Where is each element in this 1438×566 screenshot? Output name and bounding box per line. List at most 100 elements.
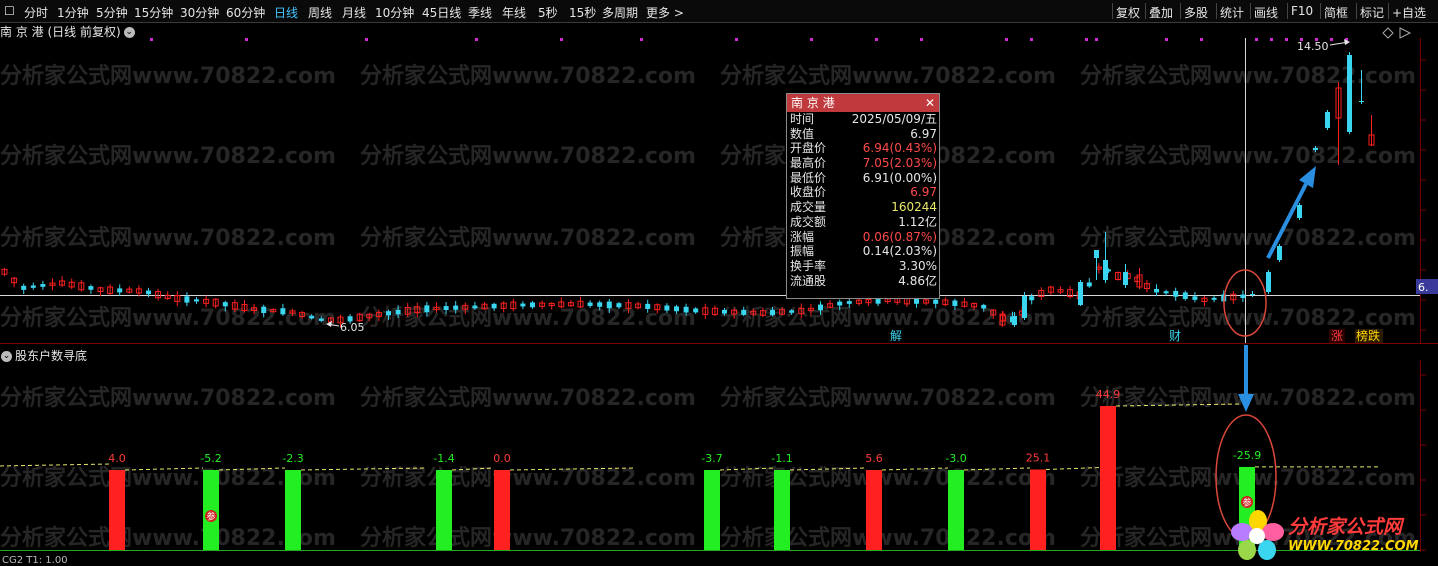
candle-down [846, 301, 852, 304]
candle-down [741, 309, 747, 315]
indicator-bar-label: -1.1 [771, 452, 792, 465]
indicator-bar [866, 470, 882, 550]
signal-marker [640, 38, 643, 41]
indicator-bar-label: -5.2 [200, 452, 221, 465]
indicator-dash [963, 467, 1031, 471]
popup-row-value: 6.97 [910, 126, 937, 141]
candle-down [1012, 316, 1017, 325]
popup-row-label: 涨幅 [790, 229, 815, 244]
popup-row: 流通股 4.86亿 [787, 274, 939, 289]
popup-header[interactable]: 南 京 港 ✕ [787, 94, 939, 112]
popup-row-value: 0.14(2.03%) [862, 244, 937, 259]
candle-down [1173, 290, 1179, 297]
candle-down [952, 300, 958, 306]
logo-text-url: WWW.70822.COM [1288, 539, 1419, 554]
candlestick-series [1, 52, 1375, 328]
popup-title: 南 京 港 [791, 96, 835, 110]
candle-down [914, 298, 919, 304]
candle-down [674, 306, 679, 312]
candle-down [88, 286, 94, 290]
play-icon [1399, 27, 1412, 39]
status-text: CG2 T1: 1.00 [2, 555, 68, 566]
indicator-bar [1030, 469, 1046, 550]
signal-marker [875, 38, 878, 41]
candle-down [722, 309, 727, 314]
candle-down [1297, 205, 1302, 218]
candle-down [1266, 272, 1271, 292]
candle-down [1325, 112, 1330, 128]
popup-row-label: 收盘价 [790, 185, 827, 200]
candle-down [309, 315, 315, 319]
close-icon[interactable]: ✕ [925, 94, 935, 112]
candle-down [21, 285, 27, 290]
indicator-bar-label: 0.0 [493, 452, 511, 465]
candle-down [1022, 296, 1027, 318]
candle-down [1211, 297, 1217, 300]
participate-badge-text: 参 [206, 511, 215, 523]
signal-marker [365, 38, 368, 41]
candle-down [645, 303, 651, 309]
signal-marker [1285, 38, 1288, 41]
signal-marker [735, 38, 738, 41]
signal-marker [1270, 38, 1273, 41]
candle-down [1182, 292, 1188, 299]
indicator-dash [300, 467, 426, 471]
candle-down [933, 299, 939, 304]
popup-row-label: 成交额 [790, 214, 827, 229]
signal-marker [475, 38, 478, 41]
candle-down [837, 301, 843, 306]
indicator-bar-label: 25.1 [1026, 452, 1051, 465]
candle-down [40, 284, 46, 287]
popup-row-label: 时间 [790, 112, 815, 126]
indicator-dash [218, 467, 286, 471]
popup-row-value: 6.94(0.43%) [862, 141, 937, 156]
candle-down [1277, 246, 1282, 260]
candle-down [1313, 148, 1318, 150]
popup-row-label: 成交量 [790, 200, 827, 215]
annotation-arrow-up [1266, 166, 1316, 259]
candle-down [1086, 282, 1092, 287]
candle-down [117, 288, 123, 293]
event-label-rank: 榜跌 [1356, 328, 1380, 343]
high-price-text: 14.50 [1297, 40, 1329, 53]
signal-marker [150, 38, 153, 41]
popup-row: 最低价 6.91(0.00%) [787, 171, 939, 186]
high-price-label: 14.50 [1297, 39, 1350, 53]
signal-marker [560, 38, 563, 41]
popup-row-value: 6.97 [910, 185, 937, 200]
popup-row: 数值 6.97 [787, 127, 939, 142]
indicator-dash [451, 467, 495, 471]
indicator-dash [0, 463, 110, 467]
indicator-dash [509, 467, 635, 471]
stock-chart-canvas[interactable]: 4.0 -5.2 -2.3 -1.4 0.0 -3.7 -1.1 5.6 -3.0 25.1 44.… [0, 0, 1438, 566]
signal-marker [1030, 38, 1033, 41]
popup-row-value: 0.06(0.87%) [862, 229, 937, 244]
candle-down [683, 306, 689, 313]
candle-down [693, 308, 699, 313]
popup-row: 时间 2025/05/09/五 [787, 112, 939, 127]
popup-row-value: 3.30% [898, 258, 937, 273]
candle-down [1078, 282, 1083, 305]
indicator-dash [124, 467, 204, 471]
candle-down [818, 304, 823, 311]
popup-row-label: 开盘价 [790, 141, 827, 156]
flower-logo-icon [1231, 510, 1284, 560]
popup-row: 最高价 7.05(2.03%) [787, 156, 939, 171]
popup-row: 换手率 3.30% [787, 259, 939, 274]
indicator-dash [881, 467, 949, 471]
candle-down [261, 306, 267, 314]
candle-down [770, 309, 775, 316]
event-label-finance: 财 [1169, 329, 1181, 343]
candle-down [530, 302, 535, 308]
low-price-text: 6.05 [340, 321, 365, 334]
indicator-bar-label: -2.3 [282, 452, 303, 465]
candle-down [453, 305, 459, 310]
candle-down [194, 299, 199, 302]
quote-info-popup[interactable]: 南 京 港 ✕ 时间 2025/05/09/五 数值 6.97 开盘价 6.94(0.43… [786, 93, 940, 299]
event-label-up: 涨 [1331, 328, 1343, 343]
popup-row-label: 流通股 [790, 273, 827, 288]
indicator-bar-label: -1.4 [433, 452, 454, 465]
candle-down [597, 302, 603, 307]
indicator-dash [1115, 403, 1240, 407]
signal-marker [245, 38, 248, 41]
